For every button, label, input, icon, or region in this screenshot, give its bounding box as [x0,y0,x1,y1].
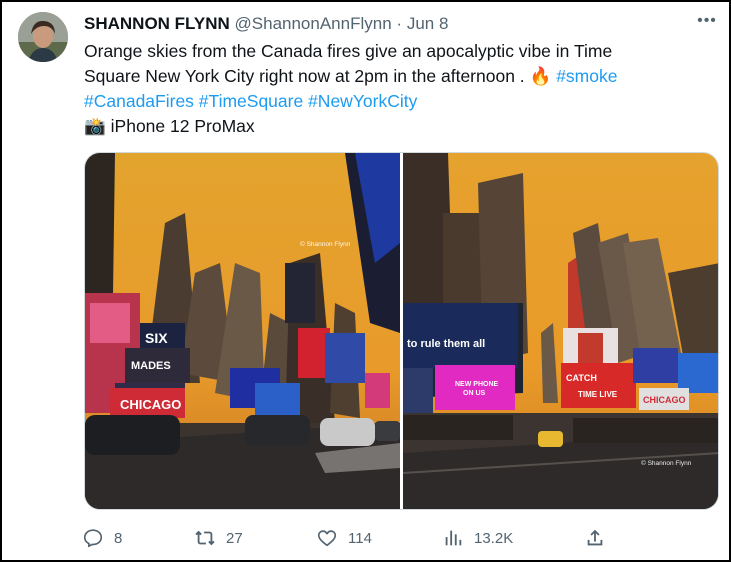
photo-grid: SIX MADES CHICAGO © Shannon Flynn to rul… [84,152,719,510]
views-button[interactable]: 13.2K [442,524,513,552]
tweet-text-line-1: Orange skies from the Canada fires give … [84,41,613,61]
sign-six: SIX [145,330,168,346]
retweet-icon [195,530,215,546]
sign-rule: to rule them all [407,338,485,350]
sign-chicago-left: CHICAGO [120,397,181,412]
sign-catch: CATCH [566,373,597,383]
views-chart-icon [445,530,462,546]
reply-button[interactable]: 8 [82,524,122,552]
tweet-text-line-3: #CanadaFires #TimeSquare #NewYorkCity [84,89,684,114]
tweet-text: Orange skies from the Canada fires give … [84,39,684,139]
share-button[interactable] [584,524,606,552]
reply-icon [83,529,103,548]
device-text: iPhone 12 ProMax [105,116,255,136]
retweet-button[interactable]: 27 [194,524,243,552]
separator-dot: · [396,14,403,33]
photo-left[interactable]: SIX MADES CHICAGO © Shannon Flynn [85,153,400,509]
sign-mades: MADES [131,360,171,372]
tweet-text-line-4: 📸 iPhone 12 ProMax [84,114,684,139]
reply-count: 8 [114,529,123,547]
fire-emoji: 🔥 [529,66,552,86]
photo-right[interactable]: to rule them all NEW PHONE ON US CATCH T… [403,153,718,509]
tweet-header: SHANNON FLYNN @ShannonAnnFlynn · Jun 8 [84,14,448,34]
sign-phone-line1: NEW PHONE [455,381,499,388]
views-count: 13.2K [474,529,514,547]
sign-chicago-right: CHICAGO [643,395,686,405]
tweet-actions: 8 27 114 13.2K [82,524,622,552]
sign-time: TIME LIVE [578,390,618,399]
like-button[interactable]: 114 [316,524,372,552]
hashtag-smoke[interactable]: #smoke [556,66,617,86]
camera-emoji: 📸 [84,116,106,136]
watermark-left: © Shannon Flynn [300,240,351,248]
tweet-date[interactable]: Jun 8 [407,14,449,33]
hashtag-canadafires[interactable]: #CanadaFires [84,91,194,111]
author-name[interactable]: SHANNON FLYNN [84,14,230,33]
avatar[interactable] [18,12,68,62]
more-options-icon[interactable]: ••• [694,12,720,34]
hashtag-newyorkcity[interactable]: #NewYorkCity [308,91,417,111]
share-icon [587,529,603,546]
author-handle[interactable]: @ShannonAnnFlynn [235,14,392,33]
retweet-count: 27 [226,529,243,547]
sign-phone-line2: ON US [463,390,486,397]
like-count: 114 [348,529,372,547]
tweet-card: SHANNON FLYNN @ShannonAnnFlynn · Jun 8 •… [0,0,731,562]
heart-icon [317,530,337,547]
hashtag-timesquare[interactable]: #TimeSquare [199,91,303,111]
watermark-right: © Shannon Flynn [641,459,692,467]
tweet-text-segment: Square New York City right now at 2pm in… [84,66,530,86]
tweet-text-line-2: Square New York City right now at 2pm in… [84,64,684,89]
